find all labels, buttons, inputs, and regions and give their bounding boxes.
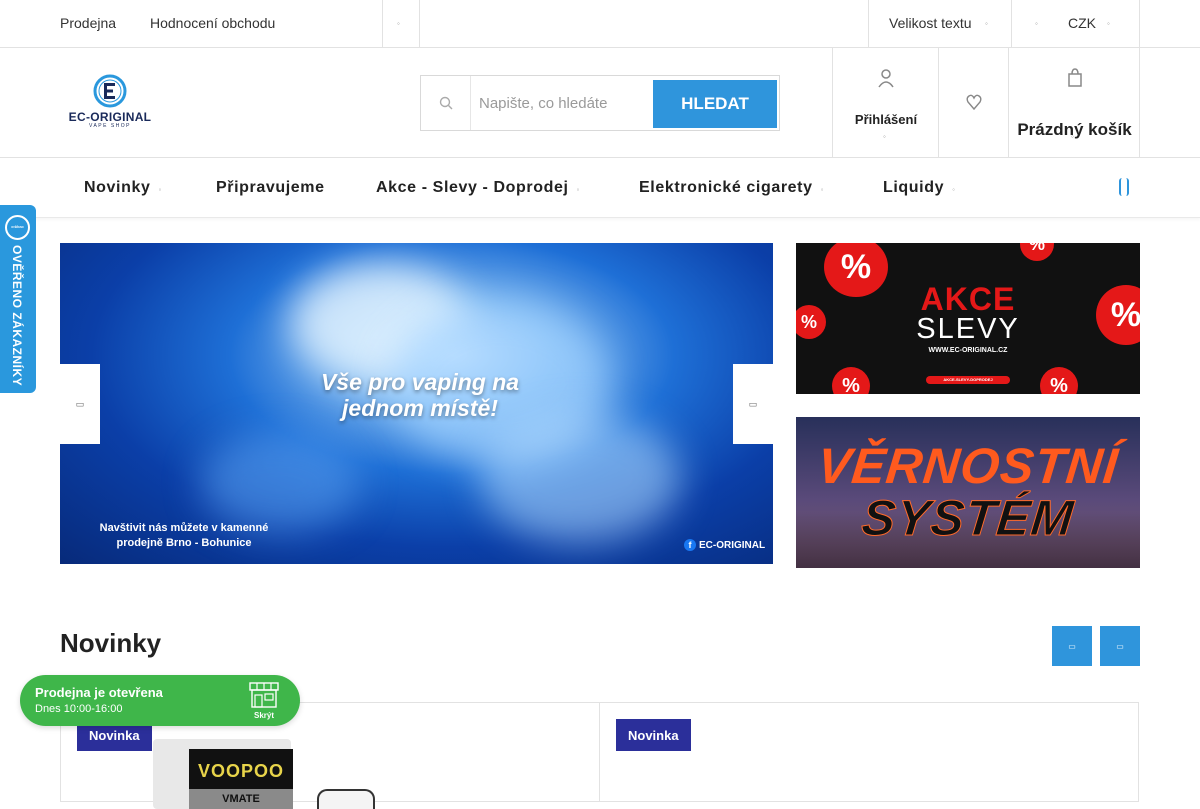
divider xyxy=(1011,0,1012,48)
promo-sale-button: AKCE-SLEVY-DOPRODEJ xyxy=(926,376,1010,384)
nav-label: Připravujeme xyxy=(216,179,325,196)
product-card[interactable] xyxy=(599,702,1139,802)
chevron-right-icon: ▭ xyxy=(1116,641,1124,651)
logo-subtext: VAPE SHOP xyxy=(88,123,132,129)
header: EC-ORIGINAL VAPE SHOP HLEDAT Přihlášení … xyxy=(0,48,1200,158)
chevron-down-icon: ◦ xyxy=(820,185,825,194)
banner-visit-line2: prodejně Brno - Bohunice xyxy=(116,537,252,549)
hero-banner[interactable]: Vše pro vaping na jednom místě! Navštivi… xyxy=(60,243,773,564)
nav-label: Elektronické cigarety xyxy=(639,179,813,196)
nav-item-elektronicke-cigarety[interactable]: Elektronické cigarety ◦ xyxy=(639,179,824,197)
chevron-down-icon: ◦ xyxy=(158,185,162,194)
banner-headline: Vše pro vaping na jednom místě! xyxy=(260,369,580,421)
verified-label: OVĚŘENO ZÁKAZNÍKY xyxy=(10,245,24,387)
verified-seal-icon: OVĚŘENO ZÁKAZNÍKY xyxy=(5,215,30,240)
store-status-title: Prodejna je otevřena xyxy=(35,685,163,700)
login-button[interactable]: Přihlášení ◦ xyxy=(832,48,939,158)
currency-icon: ◦ xyxy=(1035,19,1038,28)
currency-selector[interactable]: CZK xyxy=(1068,15,1096,31)
chevron-left-icon: ▭ xyxy=(75,398,85,409)
cart-icon xyxy=(1068,68,1082,87)
top-link-prodejna[interactable]: Prodejna xyxy=(60,15,116,31)
promo-sale-banner[interactable]: % % % % % % AKCE SLEVY WWW.EC-ORIGINAL.C… xyxy=(796,243,1140,394)
cart-label: Prázdný košík xyxy=(1017,120,1132,139)
search-icon[interactable] xyxy=(421,76,471,130)
banner-next-button[interactable]: ▭ xyxy=(733,364,773,444)
banner-brand: f EC-ORIGINAL xyxy=(684,539,765,551)
top-bar: Prodejna Hodnocení obchodu ◦ Velikost te… xyxy=(0,0,1200,48)
nav-label: Liquidy xyxy=(883,179,945,196)
product-image: VOOPOO VMATE xyxy=(153,739,293,809)
promo-sale-line2: SLEVY xyxy=(916,313,1020,345)
promo-loyalty-line2: SYSTÉM xyxy=(859,490,1077,547)
divider xyxy=(419,0,420,48)
divider xyxy=(868,0,869,48)
logo[interactable]: EC-ORIGINAL VAPE SHOP xyxy=(64,74,156,132)
percent-badge-icon: % xyxy=(1040,367,1078,394)
product-model: VMATE xyxy=(189,789,293,809)
nav-label: Akce - Slevy - Doprodej xyxy=(376,179,569,196)
top-link-hodnoceni[interactable]: Hodnocení obchodu xyxy=(150,15,275,31)
search-input[interactable] xyxy=(479,88,649,118)
login-label: Přihlášení xyxy=(854,112,918,127)
chevron-down-icon: ◦ xyxy=(952,185,956,194)
heart-icon xyxy=(966,94,982,111)
store-status-hide-button[interactable]: Skrýt xyxy=(248,711,280,720)
main-nav: Novinky ◦ Připravujeme Akce - Slevy - Dop… xyxy=(0,158,1200,218)
percent-badge-icon: % xyxy=(832,367,870,394)
chevron-down-icon: ◦ xyxy=(576,185,580,194)
products-prev-button[interactable]: ▭ xyxy=(1052,626,1092,666)
nav-label: Novinky xyxy=(84,179,151,196)
section-title: Novinky xyxy=(60,628,162,658)
verified-customers-tab[interactable]: OVĚŘENO ZÁKAZNÍKY OVĚŘENO ZÁKAZNÍKY xyxy=(0,205,36,393)
chevron-down-icon: ◦ xyxy=(985,19,988,28)
store-status-hours: Dnes 10:00-16:00 xyxy=(35,703,123,715)
smoke-shape xyxy=(200,433,360,533)
banner-visit-line1: Navštivit nás můžete v kamenné xyxy=(99,522,269,534)
chevron-down-icon: ◦ xyxy=(1071,132,1074,141)
chevron-down-icon[interactable]: ◦ xyxy=(397,19,400,28)
cart-button[interactable]: Prázdný košík ◦ xyxy=(1008,48,1140,158)
search-button[interactable]: HLEDAT xyxy=(653,80,777,128)
promo-loyalty-line1: VĚRNOSTNÍ xyxy=(814,438,1122,494)
search-box: HLEDAT xyxy=(420,75,780,131)
nav-item-akce[interactable]: Akce - Slevy - Doprodej ◦ xyxy=(376,179,580,197)
banner-brand-text: EC-ORIGINAL xyxy=(699,539,766,551)
smoke-shape xyxy=(480,413,680,543)
divider xyxy=(382,0,383,48)
chevron-right-icon: ▭ xyxy=(748,398,758,409)
new-badge: Novinka xyxy=(616,719,691,751)
banner-headline-line2: jednom místě! xyxy=(342,395,498,421)
store-icon xyxy=(249,682,279,708)
chevron-left-icon: ▭ xyxy=(1068,641,1076,651)
facebook-icon: f xyxy=(684,539,696,551)
nav-item-novinky[interactable]: Novinky ◦ xyxy=(84,179,162,197)
banner-visit-text: Navštivit nás můžete v kamenné prodejně … xyxy=(74,521,294,551)
store-status-widget[interactable]: Prodejna je otevřena Dnes 10:00-16:00 Sk… xyxy=(20,675,300,726)
favorites-button[interactable] xyxy=(938,48,1009,158)
chevron-down-icon: ◦ xyxy=(883,132,886,141)
text-size-label[interactable]: Velikost textu xyxy=(889,15,972,31)
product-box: VOOPOO VMATE xyxy=(189,749,293,809)
divider xyxy=(1139,0,1140,48)
nav-item-liquidy[interactable]: Liquidy ◦ xyxy=(883,179,956,197)
promo-loyalty-banner[interactable]: VĚRNOSTNÍ SYSTÉM xyxy=(796,417,1140,568)
banner-prev-button[interactable]: ▭ xyxy=(60,364,100,444)
menu-more-icon[interactable] xyxy=(1119,178,1129,196)
user-icon xyxy=(878,69,894,88)
products-next-button[interactable]: ▭ xyxy=(1100,626,1140,666)
banner-headline-line1: Vše pro vaping na xyxy=(320,369,520,395)
logo-text: EC-ORIGINAL xyxy=(68,110,152,124)
chevron-down-icon: ◦ xyxy=(1107,19,1110,28)
product-brand: VOOPOO xyxy=(197,761,284,781)
percent-badge-icon: % xyxy=(1020,243,1054,261)
nav-item-pripravujeme[interactable]: Připravujeme xyxy=(216,179,325,197)
promo-sale-url: WWW.EC-ORIGINAL.CZ xyxy=(928,347,1008,354)
product-pod xyxy=(317,789,375,809)
